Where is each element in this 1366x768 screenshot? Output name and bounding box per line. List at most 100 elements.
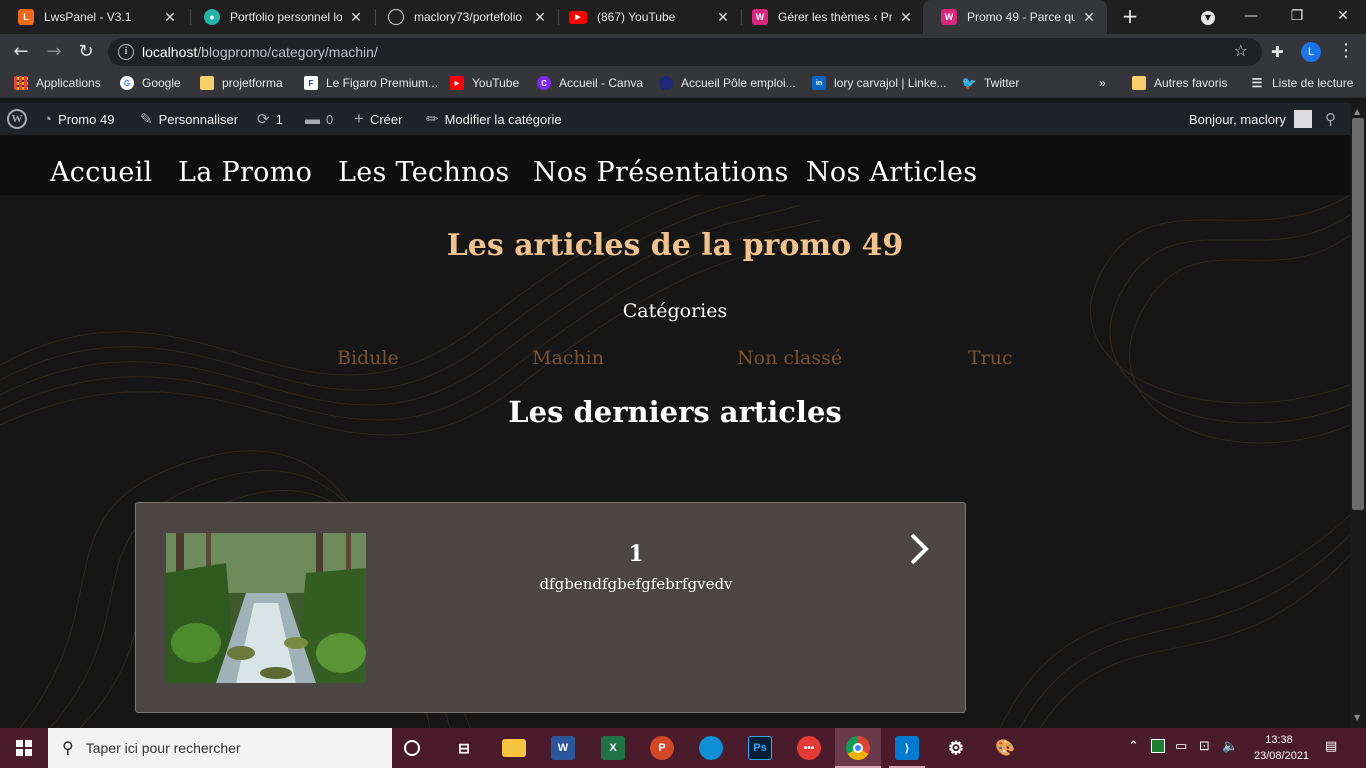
restore-button[interactable]: ❐ <box>1274 0 1320 34</box>
file-explorer-icon[interactable] <box>502 739 526 757</box>
reload-button[interactable]: ↻ <box>74 40 98 64</box>
browser-menu-icon[interactable]: ⋮ <box>1337 40 1355 61</box>
taskbar-clock[interactable]: 13:38 23/08/2021 <box>1254 732 1309 764</box>
tab-portfolio[interactable]: ● Portfolio personnel lor ✕ <box>186 0 374 34</box>
paint-icon[interactable]: 🎨 <box>993 736 1017 760</box>
tab-promo49[interactable]: W Promo 49 - Parce qu'o ✕ <box>923 0 1107 34</box>
tray-overflow-chevron-icon[interactable]: ⌃ <box>1128 739 1139 754</box>
nav-nos-articles[interactable]: Nos Articles <box>806 157 977 188</box>
wp-my-account[interactable]: Bonjour, maclory <box>1189 103 1312 135</box>
avatar <box>1293 110 1312 128</box>
close-tab-icon[interactable]: ✕ <box>532 9 548 26</box>
canva-icon: C <box>537 76 551 90</box>
notifications-icon[interactable]: ▤ <box>1325 739 1337 754</box>
task-view-icon[interactable]: ⊟ <box>452 736 476 760</box>
nav-accueil[interactable]: Accueil <box>50 157 152 188</box>
youtube-icon: ▶ <box>569 10 587 24</box>
bookmark-pole-emploi[interactable]: Accueil Pôle emploi... <box>659 76 796 90</box>
more-bookmarks-button[interactable]: » <box>1099 76 1106 90</box>
url-text[interactable]: localhost/blogpromo/category/machin/ <box>142 44 378 60</box>
wordpress-logo-icon[interactable]: W <box>7 103 27 135</box>
wp-edit-category[interactable]: ✏ Modifier la catégorie <box>426 103 562 135</box>
tab-youtube[interactable]: ▶ (867) YouTube ✕ <box>551 0 741 34</box>
category-link-truc[interactable]: Truc <box>968 347 1013 369</box>
category-link-bidule[interactable]: Bidule <box>337 347 399 369</box>
article-thumbnail[interactable] <box>166 533 366 683</box>
search-icon: ⚲ <box>62 740 74 757</box>
settings-gear-icon[interactable]: ⚙ <box>944 736 968 760</box>
categories-heading: Catégories <box>622 300 728 322</box>
tab-themes[interactable]: W Gérer les thèmes ‹ Pro ✕ <box>734 0 924 34</box>
lwspanel-favicon-icon: L <box>18 9 34 25</box>
forward-button[interactable]: → <box>42 40 66 64</box>
linkedin-icon: in <box>812 76 826 90</box>
site-info-icon[interactable]: i <box>118 44 134 60</box>
taskbar-search-box[interactable]: ⚲ Taper ici pour rechercher <box>48 728 392 768</box>
address-bar[interactable]: i localhost/blogpromo/category/machin/ ☆ <box>108 38 1262 66</box>
bookmark-google[interactable]: G Google <box>120 76 181 90</box>
extensions-icon[interactable]: ✚ <box>1271 43 1284 61</box>
chevron-right-icon[interactable] <box>906 529 932 569</box>
bookmark-twitter[interactable]: 🐦 Twitter <box>962 76 1020 90</box>
bookmark-star-icon[interactable]: ☆ <box>1234 41 1248 60</box>
tab-lwspanel[interactable]: L LwsPanel - V3.1 ✕ <box>0 0 188 34</box>
profile-avatar[interactable]: L <box>1301 42 1321 62</box>
edge-icon[interactable] <box>699 736 723 760</box>
windows-start-button[interactable] <box>0 728 48 768</box>
scroll-down-arrow-icon[interactable]: ▼ <box>1354 713 1360 722</box>
network-icon[interactable]: ⊡ <box>1199 739 1210 754</box>
close-window-button[interactable]: ✕ <box>1320 0 1366 34</box>
cortana-icon[interactable] <box>404 740 420 756</box>
reading-list-icon: ☰ <box>1251 76 1263 90</box>
tray-app-icon[interactable] <box>1151 739 1165 757</box>
bookmark-projetforma[interactable]: projetforma <box>200 76 283 90</box>
wp-comments[interactable]: ▬ 0 <box>305 103 333 135</box>
bookmark-figaro[interactable]: F Le Figaro Premium... <box>304 76 438 90</box>
scrollbar-thumb[interactable] <box>1352 118 1364 510</box>
close-tab-icon[interactable]: ✕ <box>898 9 914 26</box>
powerpoint-icon[interactable]: P <box>650 736 674 760</box>
minimize-button[interactable]: — <box>1228 0 1274 34</box>
battery-icon[interactable]: ▭ <box>1175 739 1187 754</box>
new-tab-button[interactable]: + <box>1118 5 1142 29</box>
wp-site-name[interactable]: ◔ Promo 49 <box>43 103 114 135</box>
excel-icon[interactable]: X <box>601 736 625 760</box>
wp-new[interactable]: + Créer <box>354 103 402 135</box>
close-tab-icon[interactable]: ✕ <box>715 9 731 26</box>
article-card[interactable]: 1 dfgbendfgbefgfebrfgvedv <box>135 502 966 713</box>
category-link-machin[interactable]: Machin <box>532 347 604 369</box>
plus-icon: + <box>354 109 364 128</box>
word-icon[interactable]: W <box>551 736 575 760</box>
tab-title: (867) YouTube <box>597 10 676 24</box>
tab-title: Gérer les thèmes ‹ Pro <box>778 10 892 24</box>
updates-icon: ⟳ <box>257 111 270 128</box>
bookmark-other-favorites[interactable]: Autres favoris <box>1132 76 1227 90</box>
close-tab-icon[interactable]: ✕ <box>348 9 364 26</box>
article-title[interactable]: 1 <box>536 541 736 567</box>
close-tab-icon[interactable]: ✕ <box>1081 9 1097 26</box>
reading-list-button[interactable]: ☰ Liste de lecture <box>1250 76 1354 90</box>
tab-search-icon[interactable]: ▼ <box>1185 0 1231 34</box>
chat-app-icon[interactable]: ••• <box>797 736 821 760</box>
photoshop-icon[interactable]: Ps <box>748 736 772 760</box>
close-tab-icon[interactable]: ✕ <box>162 9 178 26</box>
vscode-icon[interactable]: ⟩ <box>895 736 919 760</box>
chrome-icon[interactable] <box>846 736 870 760</box>
nav-la-promo[interactable]: La Promo <box>178 157 312 188</box>
scroll-up-arrow-icon[interactable]: ▲ <box>1354 107 1360 116</box>
search-icon[interactable]: ⚲ <box>1325 103 1336 135</box>
nav-les-technos[interactable]: Les Technos <box>338 157 510 188</box>
wp-updates[interactable]: ⟳ 1 <box>257 103 283 135</box>
back-button[interactable]: ← <box>9 40 33 64</box>
bookmark-applications[interactable]: Applications <box>14 76 101 90</box>
bookmark-canva[interactable]: C Accueil - Canva <box>537 76 643 90</box>
volume-icon[interactable]: 🔈 <box>1222 739 1238 754</box>
wp-customize[interactable]: ✎ Personnaliser <box>140 103 238 135</box>
bookmark-linkedin[interactable]: in lory carvajol | Linke... <box>812 76 947 90</box>
tab-title: Promo 49 - Parce qu'o <box>967 10 1075 24</box>
category-link-non-classe[interactable]: Non classé <box>737 347 842 369</box>
tab-github[interactable]: maclory73/portefolio ✕ <box>370 0 558 34</box>
nav-nos-presentations[interactable]: Nos Présentations <box>533 157 789 188</box>
bookmark-youtube[interactable]: ▶ YouTube <box>450 76 519 90</box>
wp-favicon-icon: W <box>752 9 768 25</box>
